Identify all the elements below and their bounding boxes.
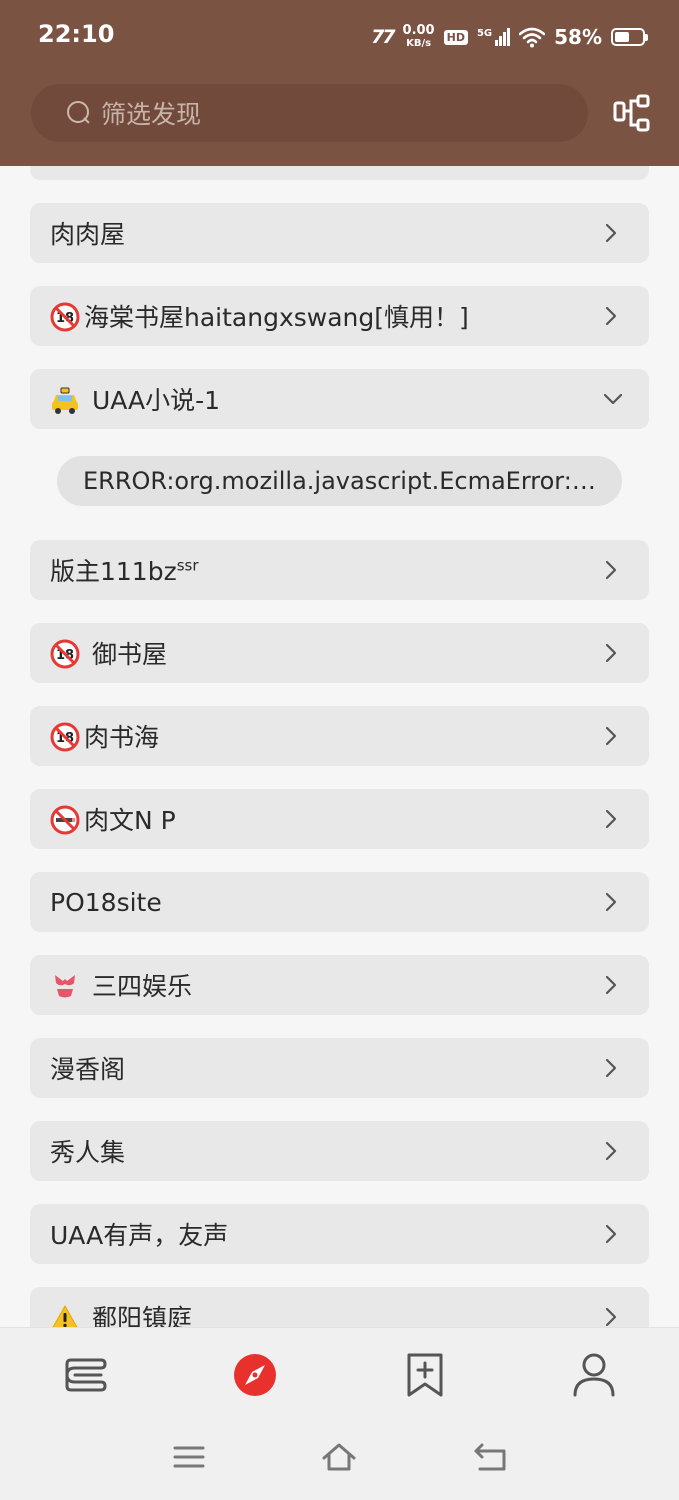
list-item[interactable]: 18 御书屋 xyxy=(30,623,649,683)
status-bar: 22:10 77 0.00 KB/s HD 5G 58% xyxy=(0,0,679,72)
search-placeholder: 筛选发现 xyxy=(101,100,202,129)
battery-percent: 58% xyxy=(554,25,602,49)
chevron-right-icon xyxy=(605,223,617,243)
item-label: 海棠书屋haitangxswang[慎用！] xyxy=(84,303,469,332)
status-time: 22:10 xyxy=(38,20,115,48)
chevron-down-icon xyxy=(603,393,623,405)
discover-list[interactable]: 肉肉屋 18海棠书屋haitangxswang[慎用！] UAA小说-1 ERR… xyxy=(0,0,679,1330)
list-item[interactable]: 18海棠书屋haitangxswang[慎用！] xyxy=(30,286,649,346)
chevron-right-icon xyxy=(605,1307,617,1327)
item-label: 漫香阁 xyxy=(50,1055,126,1084)
item-label: 肉文N P xyxy=(84,806,176,835)
list-item[interactable]: 肉肉屋 xyxy=(30,203,649,263)
chevron-right-icon xyxy=(605,1058,617,1078)
error-message[interactable]: ERROR:org.mozilla.javascript.EcmaError:… xyxy=(57,456,622,506)
chevron-right-icon xyxy=(605,726,617,746)
warning-icon xyxy=(51,1305,79,1330)
item-label-superscript: ssr xyxy=(176,556,199,575)
app-bar: 22:10 77 0.00 KB/s HD 5G 58% 筛选发现 xyxy=(0,0,679,166)
bottom-navigation xyxy=(0,1327,679,1421)
search-input[interactable]: 筛选发现 xyxy=(31,84,588,142)
list-item[interactable]: 鄱阳镇庭 xyxy=(30,1287,649,1330)
item-label: UAA小说-1 xyxy=(84,386,221,415)
chevron-right-icon xyxy=(605,643,617,663)
list-item[interactable]: 三四娱乐 xyxy=(30,955,649,1015)
item-label: 肉肉屋 xyxy=(50,220,126,249)
chevron-right-icon xyxy=(605,560,617,580)
no-smoking-icon xyxy=(50,805,80,835)
search-icon xyxy=(67,101,91,125)
list-item[interactable]: 漫香阁 xyxy=(30,1038,649,1098)
chevron-right-icon xyxy=(605,809,617,829)
profile-icon[interactable] xyxy=(569,1350,619,1400)
chevron-right-icon xyxy=(605,306,617,326)
item-label: 御书屋 xyxy=(84,640,167,669)
signal-icon: 5G xyxy=(477,28,511,46)
explore-icon[interactable] xyxy=(230,1350,280,1400)
no-under-18-icon: 18 xyxy=(50,639,80,669)
item-label: 版主111bz xyxy=(50,557,177,586)
chevron-right-icon xyxy=(605,1224,617,1244)
list-item[interactable]: UAA有声，友声 xyxy=(30,1204,649,1264)
network-speed: 0.00 KB/s xyxy=(402,23,435,49)
list-item-expanded[interactable]: UAA小说-1 xyxy=(30,369,649,429)
bookshelf-icon[interactable] xyxy=(61,1350,111,1400)
list-item[interactable]: 18肉书海 xyxy=(30,706,649,766)
list-item[interactable]: 秀人集 xyxy=(30,1121,649,1181)
screen: 肉肉屋 18海棠书屋haitangxswang[慎用！] UAA小说-1 ERR… xyxy=(0,0,679,1500)
item-label: 三四娱乐 xyxy=(84,972,192,1001)
chevron-right-icon xyxy=(605,1141,617,1161)
chevron-right-icon xyxy=(605,892,617,912)
menu-icon[interactable] xyxy=(171,1439,207,1475)
list-item[interactable]: 版主111bzssr xyxy=(30,540,649,600)
group-filter-icon[interactable] xyxy=(612,94,652,134)
system-navigation xyxy=(0,1421,679,1500)
chevron-right-icon xyxy=(605,975,617,995)
no-under-18-icon: 18 xyxy=(50,722,80,752)
back-icon[interactable] xyxy=(472,1439,508,1475)
hd-badge: HD xyxy=(443,29,468,45)
item-label: PO18site xyxy=(50,887,162,917)
battery-icon xyxy=(611,28,648,46)
bookmark-add-icon[interactable] xyxy=(400,1350,450,1400)
item-label: 肉书海 xyxy=(84,723,160,752)
taxi-icon xyxy=(52,387,78,414)
home-icon[interactable] xyxy=(321,1439,357,1475)
carrier-logo: 77 xyxy=(371,26,395,48)
list-item[interactable]: 肉文N P xyxy=(30,789,649,849)
no-under-18-icon: 18 xyxy=(50,302,80,332)
bikini-icon xyxy=(55,975,75,998)
wifi-icon xyxy=(519,27,546,48)
item-label: UAA有声，友声 xyxy=(50,1221,229,1250)
item-label: 秀人集 xyxy=(50,1138,126,1167)
list-item[interactable]: PO18site xyxy=(30,872,649,932)
